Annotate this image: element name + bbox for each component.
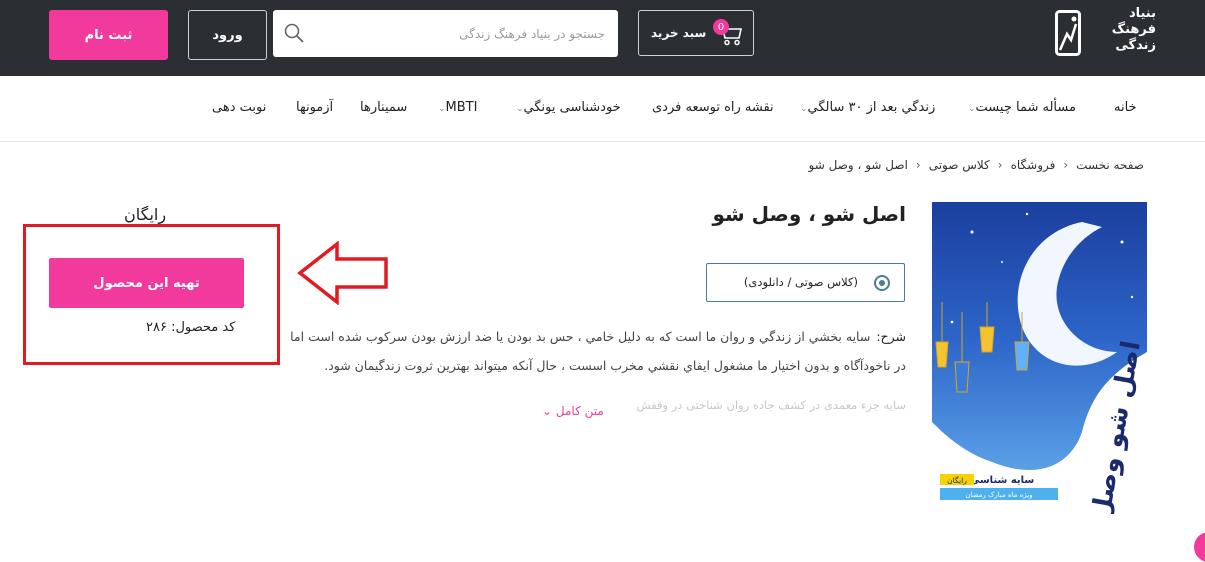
nav-item-problem[interactable]: ⌄مسأله شما چیست — [962, 100, 1076, 115]
nav-item-seminars[interactable]: سمینارها — [360, 100, 407, 115]
nav-item-jung[interactable]: ⌄خودشناسی يونگي — [510, 100, 621, 115]
search-box — [273, 10, 618, 57]
search-input[interactable] — [313, 10, 613, 57]
nav-item-appointment[interactable]: نوبت دهی — [212, 100, 266, 115]
chevron-down-icon: ⌄ — [438, 104, 446, 114]
product-image[interactable]: اصل شو وصل شو سایه شناسی رایگان ویژه ماه… — [932, 202, 1147, 514]
logo-line-2: فرهنگ — [1111, 22, 1156, 37]
read-more-link[interactable]: متن کامل ⌄ — [542, 404, 604, 418]
description-label: شرح: — [876, 329, 906, 344]
chevron-down-icon: ⌄ — [516, 104, 524, 114]
login-button[interactable]: ورود — [188, 10, 267, 60]
product-title: اصل شو ، وصل شو — [712, 202, 906, 226]
nav-item-roadmap[interactable]: نقشه راه توسعه فردی — [652, 100, 774, 115]
product-description: شرح:سايه بخشي از زندگي و روان ما است که … — [280, 322, 906, 380]
breadcrumb-shop[interactable]: فروشگاه — [1011, 158, 1056, 172]
product-cover-art: اصل شو وصل شو سایه شناسی رایگان ویژه ماه… — [932, 202, 1147, 514]
chevron-left-icon: ‹ — [1063, 158, 1069, 172]
logo-line-1: بنیاد — [1128, 6, 1156, 21]
chevron-down-icon: ⌄ — [542, 404, 553, 418]
cover-tag-badge: رایگان — [947, 476, 967, 485]
radio-selected-icon[interactable] — [874, 275, 890, 291]
chevron-left-icon: ‹ — [915, 158, 921, 172]
cart-button[interactable]: سبد خرید 0 — [638, 10, 754, 56]
variant-label: (کلاس صوتی / دانلودی) — [743, 275, 858, 289]
nav-item-tests[interactable]: آزمونها — [296, 100, 333, 115]
logo-line-3: زندگی — [1115, 38, 1156, 53]
search-icon[interactable] — [283, 22, 305, 44]
main-nav: خانه ⌄مسأله شما چیست ⌄زندگي بعد از ۳۰ سا… — [0, 76, 1205, 142]
logo-mark-icon — [1055, 10, 1081, 56]
breadcrumb-home[interactable]: صفحه نخست — [1076, 158, 1144, 172]
chevron-left-icon: ‹ — [997, 158, 1003, 172]
breadcrumb-current: اصل شو ، وصل شو — [808, 158, 908, 172]
site-logo[interactable]: بنیاد فرهنگ زندگی — [1052, 6, 1156, 60]
signup-button[interactable]: ثبت نام — [49, 10, 168, 60]
nav-item-home[interactable]: خانه — [1114, 100, 1137, 115]
nav-item-mbti[interactable]: ⌄MBTI — [432, 100, 477, 115]
breadcrumb: صفحه نخست ‹ فروشگاه ‹ کلاس صوتی ‹ اصل شو ، وصل… — [809, 158, 1144, 172]
product-price: رایگان — [124, 205, 167, 224]
arrow-left-icon — [297, 241, 388, 305]
floating-action-button[interactable] — [1194, 532, 1205, 562]
top-bar: بنیاد فرهنگ زندگی ثبت نام ورود سبد خرید … — [0, 0, 1205, 76]
breadcrumb-category[interactable]: کلاس صوتی — [929, 158, 990, 172]
highlight-box-annotation — [23, 224, 280, 365]
cart-label: سبد خرید — [651, 26, 707, 40]
chevron-down-icon: ⌄ — [800, 104, 808, 114]
variant-option[interactable]: (کلاس صوتی / دانلودی) — [706, 263, 905, 302]
nav-item-after-30[interactable]: ⌄زندگي بعد از ۳۰ سالگي — [794, 100, 935, 115]
description-text: سايه بخشي از زندگي و روان ما است که به د… — [290, 329, 906, 373]
cover-tag: سایه شناسی — [970, 475, 1035, 486]
description-faded-preview: سایه جزء معمدی در کشف جاده روان شناختی د… — [636, 398, 906, 412]
cover-subtag: ویژه ماه مبارک رمضان — [965, 491, 1032, 499]
chevron-down-icon: ⌄ — [968, 104, 976, 114]
cart-count-badge: 0 — [713, 19, 729, 35]
